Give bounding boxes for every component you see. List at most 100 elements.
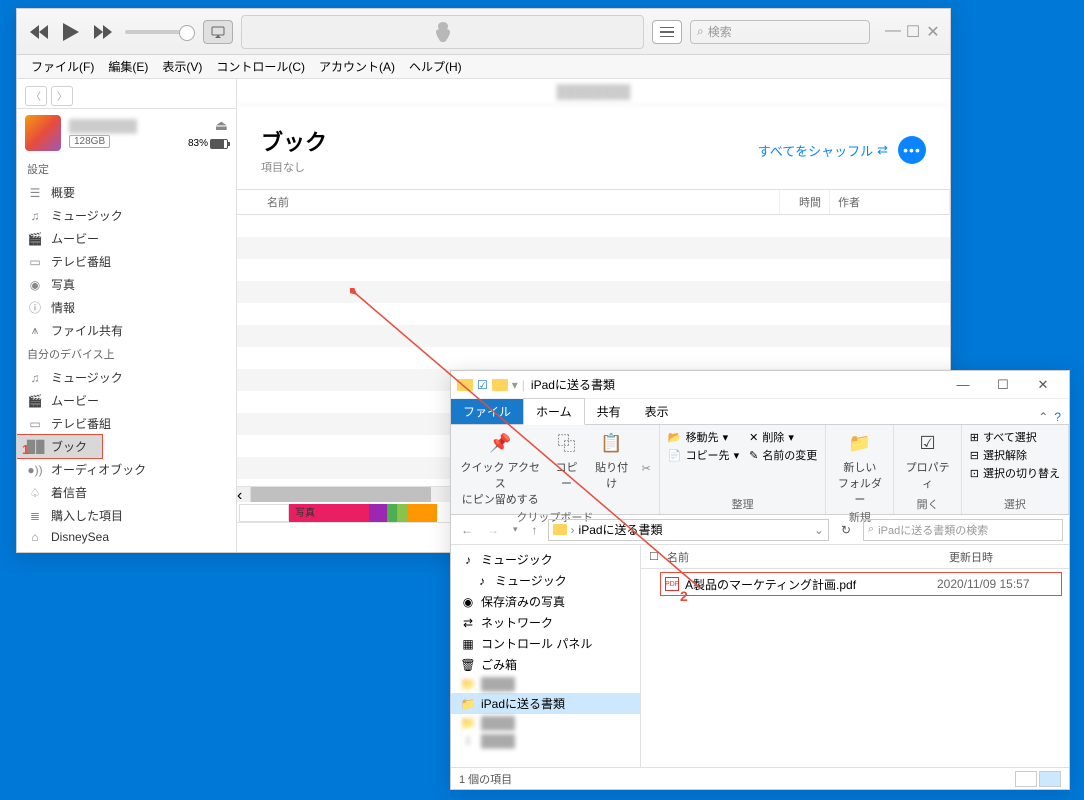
tab-share[interactable]: 共有 bbox=[585, 399, 633, 424]
sidebar-item-settings-3[interactable]: ▭テレビ番組 bbox=[17, 250, 236, 273]
tree-icon: ▦ bbox=[461, 637, 475, 651]
sidebar-item-settings-2[interactable]: 🎬ムービー bbox=[17, 227, 236, 250]
file-row[interactable]: PDF A製品のマーケティング計画.pdf 2020/11/09 15:57 bbox=[661, 573, 1061, 595]
explorer-search[interactable]: ⌕ iPadに送る書類の検索 bbox=[863, 519, 1063, 541]
folder-tree[interactable]: ♪ミュージック♪ミュージック◉保存済みの写真⇄ネットワーク▦コントロール パネル… bbox=[451, 545, 641, 767]
sidebar-item-settings-1[interactable]: ♫ミュージック bbox=[17, 204, 236, 227]
ribbon-tabs: ファイル ホーム 共有 表示 ⌃ ? bbox=[451, 399, 1069, 425]
minimize-button[interactable]: — bbox=[884, 22, 902, 42]
paste-button[interactable]: 📋 貼り付け bbox=[592, 429, 632, 491]
tree-item-5[interactable]: 🗑ごみ箱 bbox=[451, 654, 640, 675]
col-name[interactable]: 名前 bbox=[237, 190, 780, 214]
tree-item-6[interactable]: 📁████ bbox=[451, 675, 640, 693]
tree-item-9[interactable]: ⇩████ bbox=[451, 732, 640, 750]
sidebar-item-device-4[interactable]: ●))オーディオブック bbox=[17, 458, 236, 481]
maximize-button[interactable]: ☐ bbox=[983, 371, 1023, 399]
menu-help[interactable]: ヘルプ(H) bbox=[403, 56, 468, 77]
folder-icon bbox=[553, 524, 567, 535]
menu-control[interactable]: コントロール(C) bbox=[210, 56, 311, 77]
col-time[interactable]: 時間 bbox=[780, 190, 830, 214]
nav-forward[interactable]: → bbox=[483, 523, 503, 537]
sidebar-item-settings-0[interactable]: ☰概要 bbox=[17, 181, 236, 204]
tab-file[interactable]: ファイル bbox=[451, 399, 523, 424]
volume-slider[interactable] bbox=[125, 30, 195, 34]
move-to-button[interactable]: 📂 移動先 ▾ bbox=[668, 429, 739, 445]
copy-button[interactable]: ⿻ コピー bbox=[551, 429, 581, 491]
forward-button[interactable]: 〉 bbox=[51, 86, 73, 106]
sidebar-item-device-5[interactable]: ♤着信音 bbox=[17, 481, 236, 504]
sidebar-icon: ⓘ bbox=[27, 299, 43, 316]
address-bar[interactable]: › iPadに送る書類 ⌄ bbox=[548, 519, 829, 541]
next-button[interactable] bbox=[89, 18, 117, 46]
view-icons-button[interactable] bbox=[1039, 771, 1061, 787]
shuffle-all-button[interactable]: すべてをシャッフル ⇄ bbox=[758, 141, 888, 160]
nav-recent[interactable]: ▾ bbox=[509, 524, 522, 535]
minimize-button[interactable]: — bbox=[943, 371, 983, 399]
tree-item-8[interactable]: 📁████ bbox=[451, 714, 640, 732]
select-all-button[interactable]: ⊞ すべて選択 bbox=[970, 429, 1060, 445]
search-input[interactable]: ⌕ 検索 bbox=[690, 20, 870, 44]
tree-item-4[interactable]: ▦コントロール パネル bbox=[451, 633, 640, 654]
properties-button[interactable]: ☑ プロパティ bbox=[902, 429, 952, 491]
pin-button[interactable]: 📌 クイック アクセス にピン留めする bbox=[459, 429, 541, 507]
status-bar: 1 個の項目 bbox=[451, 767, 1069, 789]
close-button[interactable]: ✕ bbox=[924, 22, 942, 42]
tab-view[interactable]: 表示 bbox=[633, 399, 681, 424]
sidebar-item-settings-4[interactable]: ◉写真 bbox=[17, 273, 236, 296]
sidebar-item-device-7[interactable]: ⌂DisneySea bbox=[17, 527, 236, 547]
help-icon[interactable]: ? bbox=[1054, 410, 1061, 424]
menu-view[interactable]: 表示(V) bbox=[156, 56, 208, 77]
tree-icon: 📁 bbox=[461, 716, 475, 730]
itunes-toolbar: ⌕ 検索 — ☐ ✕ bbox=[17, 9, 950, 55]
menu-file[interactable]: ファイル(F) bbox=[25, 56, 100, 77]
rename-button[interactable]: ✎ 名前の変更 bbox=[749, 447, 817, 463]
sidebar-item-device-0[interactable]: ♫ミュージック bbox=[17, 366, 236, 389]
airplay-button[interactable] bbox=[203, 20, 233, 44]
view-details-button[interactable] bbox=[1015, 771, 1037, 787]
copy-to-button[interactable]: 📄 コピー先 ▾ bbox=[668, 447, 739, 463]
nav-up[interactable]: ↑ bbox=[528, 523, 542, 537]
sidebar-item-device-2[interactable]: ▭テレビ番組 bbox=[17, 412, 236, 435]
col-name[interactable]: 名前 bbox=[667, 549, 949, 565]
sidebar-item-settings-5[interactable]: ⓘ情報 bbox=[17, 296, 236, 319]
select-all-checkbox[interactable]: ☐ bbox=[649, 550, 667, 563]
ribbon: 📌 クイック アクセス にピン留めする ⿻ コピー 📋 貼り付け ✂ クリップボ… bbox=[451, 425, 1069, 515]
sidebar-item-settings-6[interactable]: ⩚ファイル共有 bbox=[17, 319, 236, 342]
tree-icon: ◉ bbox=[461, 595, 475, 609]
maximize-button[interactable]: ☐ bbox=[904, 22, 922, 42]
prev-button[interactable] bbox=[25, 18, 53, 46]
menu-account[interactable]: アカウント(A) bbox=[313, 56, 401, 77]
eject-button[interactable]: ⏏ bbox=[215, 117, 228, 134]
tree-item-3[interactable]: ⇄ネットワーク bbox=[451, 612, 640, 633]
sidebar-item-device-1[interactable]: 🎬ムービー bbox=[17, 389, 236, 412]
tree-item-7[interactable]: 📁iPadに送る書類 bbox=[451, 693, 640, 714]
select-invert-button[interactable]: ⊡ 選択の切り替え bbox=[970, 465, 1060, 481]
select-none-button[interactable]: ⊟ 選択解除 bbox=[970, 447, 1060, 463]
ribbon-collapse-icon[interactable]: ⌃ bbox=[1038, 410, 1048, 424]
explorer-titlebar[interactable]: ☑ ▾ | iPadに送る書類 — ☐ ✕ bbox=[451, 371, 1069, 399]
tree-item-2[interactable]: ◉保存済みの写真 bbox=[451, 591, 640, 612]
device-row[interactable]: ████████ 128GB ⏏ 83% bbox=[17, 109, 236, 157]
file-list: ☐ 名前 更新日時 PDF A製品のマーケティング計画.pdf 2020/11/… bbox=[641, 545, 1069, 767]
sidebar-item-device-6[interactable]: ≣購入した項目 bbox=[17, 504, 236, 527]
menu-edit[interactable]: 編集(E) bbox=[102, 56, 154, 77]
checkmark-icon: ☑ bbox=[477, 378, 488, 392]
more-button[interactable]: ••• bbox=[898, 136, 926, 164]
delete-button[interactable]: ✕ 削除 ▾ bbox=[749, 429, 817, 445]
window-title: iPadに送る書類 bbox=[531, 376, 615, 393]
nav-back[interactable]: ← bbox=[457, 523, 477, 537]
sidebar-item-device-3[interactable]: ▉▉ブック bbox=[17, 435, 102, 458]
close-button[interactable]: ✕ bbox=[1023, 371, 1063, 399]
list-view-button[interactable] bbox=[652, 20, 682, 44]
col-author[interactable]: 作者 bbox=[830, 190, 950, 214]
tab-home[interactable]: ホーム bbox=[523, 398, 585, 425]
new-folder-button[interactable]: 📁 新しい フォルダー bbox=[834, 429, 885, 507]
refresh-button[interactable]: ↻ bbox=[835, 523, 857, 537]
play-button[interactable] bbox=[57, 18, 85, 46]
col-date[interactable]: 更新日時 bbox=[949, 549, 1069, 565]
back-button[interactable]: 〈 bbox=[25, 86, 47, 106]
lcd-display bbox=[241, 15, 644, 49]
tree-item-0[interactable]: ♪ミュージック bbox=[451, 549, 640, 570]
tree-item-1[interactable]: ♪ミュージック bbox=[451, 570, 640, 591]
new-folder-icon: 📁 bbox=[846, 429, 874, 457]
